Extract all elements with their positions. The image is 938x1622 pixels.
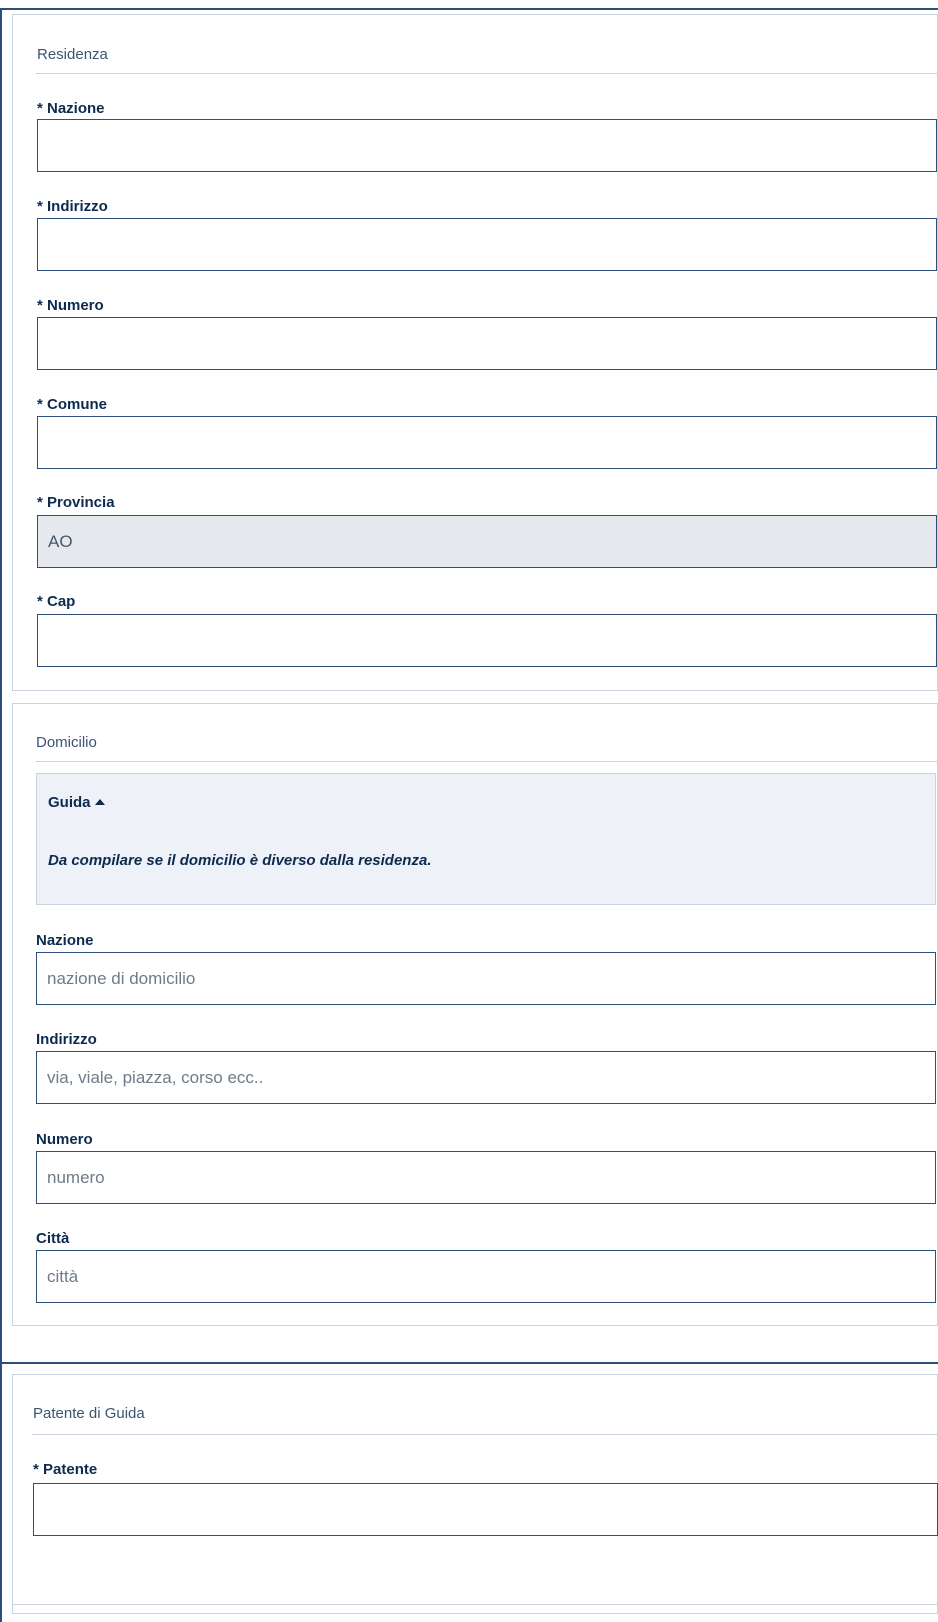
residenza-nazione-label: * Nazione [37,100,105,117]
bottom-divider [12,1604,938,1605]
residenza-nazione-input[interactable] [37,119,937,172]
domicilio-nazione-label: Nazione [36,932,94,949]
residenza-provincia-value: AO [48,531,73,551]
residenza-indirizzo-input[interactable] [37,218,937,271]
domicilio-numero-input[interactable]: numero [36,1151,936,1204]
domicilio-divider [36,761,938,762]
domicilio-indirizzo-label: Indirizzo [36,1031,97,1048]
domicilio-nazione-input[interactable]: nazione di domicilio [36,952,936,1005]
domicilio-indirizzo-placeholder: via, viale, piazza, corso ecc.. [47,1067,264,1087]
patente-label: * Patente [33,1461,98,1478]
residenza-comune-input[interactable] [37,416,937,469]
residenza-provincia-input: AO [37,515,937,568]
residenza-numero-input[interactable] [37,317,937,370]
domicilio-indirizzo-input[interactable]: via, viale, piazza, corso ecc.. [36,1051,936,1104]
residenza-legend: Residenza [37,46,108,63]
guide-title-label: Guida [48,794,91,811]
domicilio-citta-input[interactable]: città [36,1250,936,1303]
residenza-numero-label: * Numero [37,297,104,314]
residenza-provincia-label: * Provincia [37,494,115,511]
guide-panel: Guida Da compilare se il domicilio è div… [36,773,936,905]
domicilio-nazione-placeholder: nazione di domicilio [47,968,196,988]
residenza-cap-input[interactable] [37,614,937,667]
caret-up-icon [94,799,105,805]
patente-divider [32,1434,938,1435]
residenza-divider [36,73,938,74]
guide-toggle[interactable]: Guida [48,794,105,811]
domicilio-legend: Domicilio [36,734,97,751]
domicilio-citta-placeholder: città [47,1266,79,1286]
patente-legend: Patente di Guida [33,1405,145,1422]
residenza-cap-label: * Cap [37,593,76,610]
residenza-indirizzo-label: * Indirizzo [37,198,108,215]
domicilio-numero-placeholder: numero [47,1167,105,1187]
domicilio-numero-label: Numero [36,1131,93,1148]
domicilio-citta-label: Città [36,1230,70,1247]
residenza-comune-label: * Comune [37,396,108,413]
guide-text: Da compilare se il domicilio è diverso d… [48,852,432,869]
patente-input[interactable] [33,1483,938,1536]
